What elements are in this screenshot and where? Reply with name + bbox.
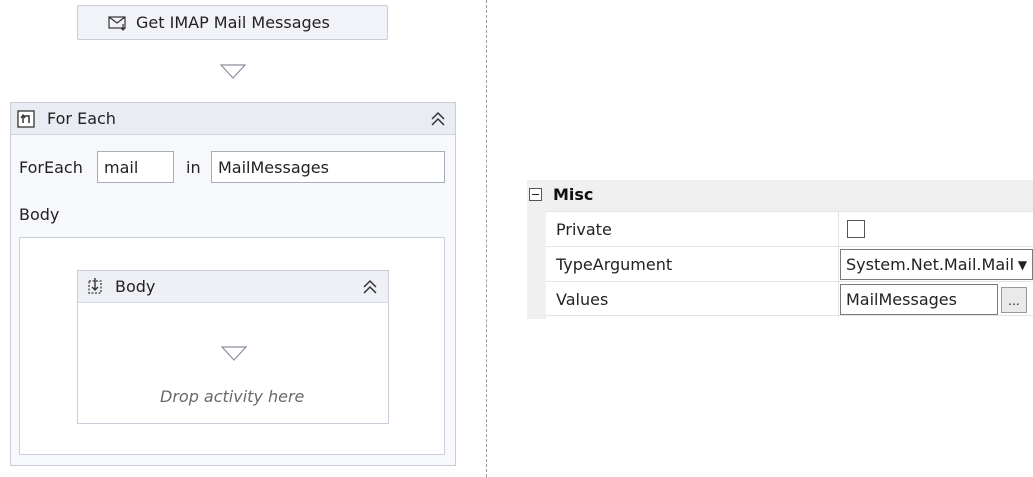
property-row-values: Values MailMessages ... xyxy=(546,281,1033,317)
body-sequence-header[interactable]: Body xyxy=(78,271,388,303)
typeargument-dropdown[interactable]: System.Net.Mail.MailMessage ▼ xyxy=(840,249,1033,280)
values-text: MailMessages xyxy=(846,290,957,309)
body-label: Body xyxy=(19,205,60,224)
private-checkbox[interactable] xyxy=(847,220,865,238)
foreach-activity[interactable]: For Each ForEach mail in MailMessages Bo… xyxy=(10,102,456,466)
property-row-typeargument: TypeArgument System.Net.Mail.MailMessage… xyxy=(546,246,1033,282)
foreach-icon xyxy=(17,109,35,128)
property-name: TypeArgument xyxy=(556,255,673,274)
category-misc[interactable]: Misc xyxy=(527,180,1033,211)
property-value: MailMessages ... xyxy=(838,282,1033,317)
foreach-label: ForEach xyxy=(19,158,83,177)
property-name: Private xyxy=(556,220,612,239)
get-imap-label: Get IMAP Mail Messages xyxy=(136,13,330,32)
foreach-title: For Each xyxy=(47,109,116,128)
in-label: in xyxy=(186,158,201,177)
divider xyxy=(486,0,487,477)
ellipsis-button[interactable]: ... xyxy=(1001,287,1027,313)
body-drop-area[interactable]: Body Drop activity here xyxy=(19,237,445,455)
dropdown-arrow-icon[interactable]: ▼ xyxy=(1013,250,1032,279)
collection-input[interactable]: MailMessages xyxy=(211,151,445,183)
foreach-item-input[interactable]: mail xyxy=(97,151,174,183)
foreach-header[interactable]: For Each xyxy=(11,103,455,135)
property-row-private: Private xyxy=(546,211,1033,247)
drop-hint: Drop activity here xyxy=(160,387,305,406)
values-input[interactable]: MailMessages xyxy=(840,284,998,315)
property-value: System.Net.Mail.MailMessage ▼ xyxy=(838,247,1033,282)
connector-arrow-icon[interactable] xyxy=(220,64,246,79)
collapse-icon[interactable] xyxy=(361,279,379,298)
collapse-icon[interactable] xyxy=(429,111,447,130)
sequence-icon xyxy=(88,277,102,294)
property-grid: Misc Private TypeArgument System.Net.Mai… xyxy=(527,180,1033,319)
drop-arrow-icon xyxy=(221,346,247,361)
category-label: Misc xyxy=(553,185,594,204)
get-imap-activity[interactable]: Get IMAP Mail Messages xyxy=(77,5,388,40)
collapse-category-icon[interactable] xyxy=(529,188,542,201)
property-value xyxy=(838,212,1033,247)
mail-download-icon xyxy=(108,15,126,31)
body-sequence[interactable]: Body Drop activity here xyxy=(77,270,389,424)
typeargument-value: System.Net.Mail.MailMessage xyxy=(846,255,1032,274)
property-name: Values xyxy=(556,290,609,309)
body-sequence-title: Body xyxy=(115,277,156,296)
